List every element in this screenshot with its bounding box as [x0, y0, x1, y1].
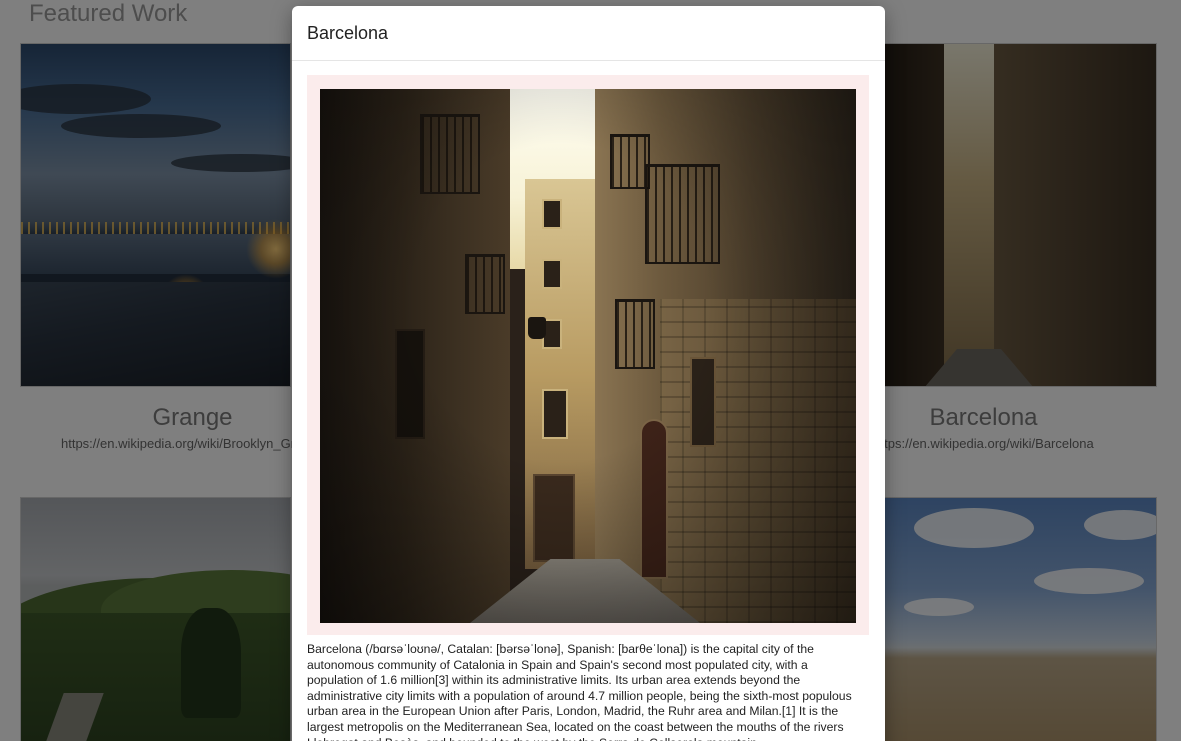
modal-body: Barcelona (/bɑrsəˈloʊnə/, Catalan: [bərs…: [292, 61, 885, 741]
image-modal: Barcelona Barcelona (/bɑrsəˈloʊnə/, Cata…: [292, 6, 885, 741]
modal-title: Barcelona: [307, 22, 389, 43]
modal-header: Barcelona: [292, 6, 885, 61]
image-frame: [307, 75, 869, 635]
barcelona-photo: [320, 89, 856, 623]
modal-description: Barcelona (/bɑrsəˈloʊnə/, Catalan: [bərs…: [307, 642, 852, 741]
